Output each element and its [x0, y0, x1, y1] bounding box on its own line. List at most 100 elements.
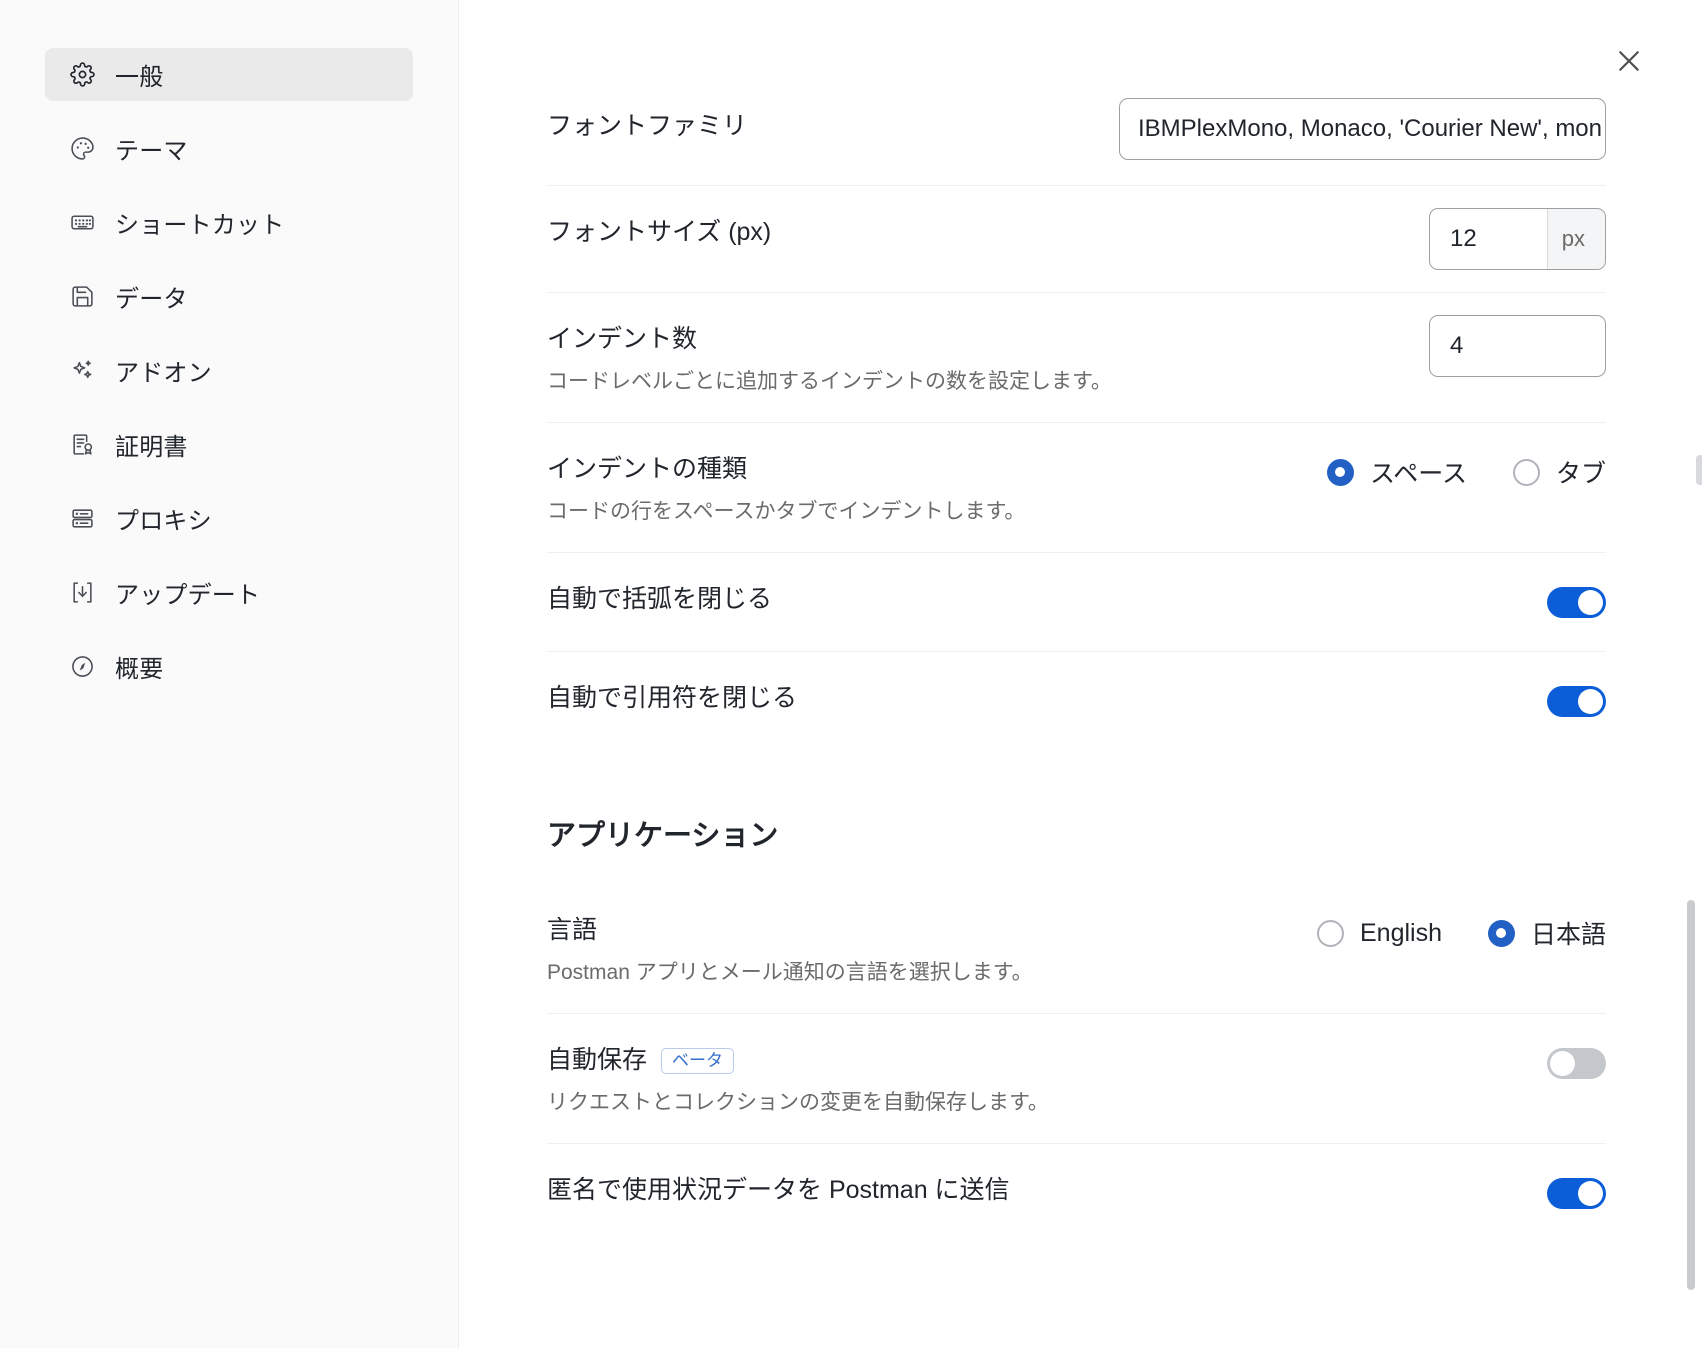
- language-radio-group: English 日本語: [1316, 915, 1606, 951]
- row-label-group: フォントファミリ: [547, 76, 747, 170]
- sidebar-item-label: ショートカット: [115, 212, 285, 239]
- gear-icon: [69, 62, 95, 88]
- setting-row-telemetry: 匿名で使用状況データを Postman に送信: [547, 1144, 1606, 1242]
- setting-title: 自動で括弧を閉じる: [547, 585, 773, 614]
- row-control-group: English 日本語: [1316, 884, 1606, 982]
- palette-icon: [69, 136, 95, 162]
- setting-title: インデント数: [547, 325, 698, 353]
- settings-content: フォントファミリ IBMPlexMono, Monaco, 'Courier N…: [459, 0, 1702, 1242]
- radio-label: English: [1359, 918, 1442, 947]
- sidebar-item-list: 一般 テーマ ショートカット データ アドオン 証明書 プロキシ アップデート …: [0, 48, 458, 693]
- sidebar-item-shortcuts[interactable]: ショートカット: [45, 196, 413, 249]
- vertical-scrollbar[interactable]: [1687, 900, 1695, 1290]
- row-control-group: 12 px: [1429, 186, 1606, 292]
- edge-artifact-top: [1696, 455, 1702, 485]
- row-control-group: [1547, 1144, 1606, 1242]
- setting-title: 言語: [547, 916, 598, 945]
- row-label-group: フォントサイズ (px): [547, 186, 771, 276]
- info-circle-icon: [69, 654, 95, 680]
- row-control-group: [1547, 1014, 1606, 1112]
- font-size-value[interactable]: 12: [1430, 209, 1547, 269]
- row-control-group: スペース タブ: [1326, 423, 1606, 521]
- sidebar-item-data[interactable]: データ: [45, 270, 413, 323]
- sidebar-item-general[interactable]: 一般: [45, 48, 413, 101]
- sidebar-item-addons[interactable]: アドオン: [45, 344, 413, 397]
- sidebar-item-about[interactable]: 概要: [45, 640, 413, 693]
- sidebar-item-update[interactable]: アップデート: [45, 566, 413, 619]
- settings-sidebar: 一般 テーマ ショートカット データ アドオン 証明書 プロキシ アップデート …: [0, 0, 459, 1348]
- setting-row-auto-close-quotes: 自動で引用符を閉じる: [547, 652, 1606, 750]
- font-size-unit: px: [1546, 209, 1605, 269]
- radio-label: タブ: [1555, 460, 1606, 489]
- server-icon: [69, 506, 95, 532]
- radio-option-japanese[interactable]: 日本語: [1487, 915, 1606, 951]
- radio-option-tabs[interactable]: タブ: [1512, 454, 1606, 490]
- settings-main-panel: フォントファミリ IBMPlexMono, Monaco, 'Courier N…: [459, 0, 1702, 1348]
- indent-type-radio-group: スペース タブ: [1326, 454, 1606, 490]
- sidebar-item-label: 証明書: [115, 434, 188, 461]
- setting-description: リクエストとコレクションの変更を自動保存します。: [547, 1091, 1049, 1115]
- row-label-group: 自動保存 ベータ リクエストとコレクションの変更を自動保存します。: [547, 1014, 1049, 1143]
- radio-option-spaces[interactable]: スペース: [1326, 454, 1467, 490]
- sparkle-icon: [69, 358, 95, 384]
- auto-close-quotes-toggle[interactable]: [1547, 685, 1606, 717]
- radio-label: スペース: [1369, 460, 1467, 489]
- row-control-group: 4: [1429, 293, 1606, 399]
- sidebar-item-proxy[interactable]: プロキシ: [45, 492, 413, 545]
- radio-dot-icon: [1487, 919, 1515, 947]
- radio-dot-icon: [1316, 919, 1344, 947]
- save-disk-icon: [69, 284, 95, 310]
- setting-title: 自動保存 ベータ: [547, 1044, 1049, 1078]
- sidebar-item-label: テーマ: [115, 138, 188, 165]
- setting-title: 自動で引用符を閉じる: [547, 684, 798, 713]
- setting-title: インデントの種類: [547, 455, 748, 484]
- settings-modal: 一般 テーマ ショートカット データ アドオン 証明書 プロキシ アップデート …: [0, 0, 1702, 1348]
- setting-title: フォントファミリ: [547, 112, 748, 140]
- setting-title: 匿名で使用状況データを Postman に送信: [547, 1176, 1010, 1205]
- toggle-knob: [1578, 688, 1603, 714]
- row-label-group: インデントの種類 コードの行をスペースかタブでインデントします。: [547, 423, 1025, 552]
- beta-badge: ベータ: [661, 1048, 735, 1075]
- sidebar-item-label: プロキシ: [115, 508, 212, 535]
- telemetry-toggle[interactable]: [1547, 1177, 1606, 1209]
- setting-row-autosave: 自動保存 ベータ リクエストとコレクションの変更を自動保存します。: [547, 1014, 1606, 1145]
- toggle-knob: [1578, 589, 1603, 615]
- font-size-stepper[interactable]: 12 px: [1429, 208, 1606, 270]
- setting-row-indent-type: インデントの種類 コードの行をスペースかタブでインデントします。 スペース タブ: [547, 423, 1606, 554]
- close-icon: [1619, 51, 1639, 71]
- sidebar-item-label: 概要: [115, 656, 164, 683]
- sidebar-item-label: アドオン: [115, 360, 212, 387]
- radio-dot-icon: [1326, 458, 1354, 486]
- setting-row-auto-close-brackets: 自動で括弧を閉じる: [547, 553, 1606, 653]
- setting-description: コードの行をスペースかタブでインデントします。: [547, 499, 1026, 523]
- radio-label: 日本語: [1530, 921, 1606, 950]
- autosave-toggle[interactable]: [1547, 1047, 1606, 1079]
- toggle-knob: [1550, 1050, 1575, 1076]
- row-label-group: インデント数 コードレベルごとに追加するインデントの数を設定します。: [547, 293, 1112, 422]
- setting-row-font-size: フォントサイズ (px) 12 px: [547, 186, 1606, 293]
- setting-title-text: 自動保存: [547, 1046, 648, 1075]
- radio-option-english[interactable]: English: [1316, 918, 1442, 948]
- row-control-group: [1547, 553, 1606, 651]
- download-icon: [69, 580, 95, 606]
- auto-close-brackets-toggle[interactable]: [1547, 586, 1606, 618]
- sidebar-item-label: データ: [115, 286, 188, 313]
- close-button[interactable]: [1608, 40, 1650, 82]
- font-family-input[interactable]: IBMPlexMono, Monaco, 'Courier New', mon: [1119, 98, 1606, 160]
- sidebar-item-certificates[interactable]: 証明書: [45, 418, 413, 471]
- keyboard-icon: [69, 210, 95, 236]
- row-control-group: [1547, 652, 1606, 750]
- application-section-heading: アプリケーション: [547, 820, 779, 853]
- radio-dot-icon: [1512, 458, 1540, 486]
- row-control-group: IBMPlexMono, Monaco, 'Courier New', mon: [1119, 76, 1606, 182]
- setting-description: コードレベルごとに追加するインデントの数を設定します。: [547, 369, 1112, 393]
- row-label-group: 言語 Postman アプリとメール通知の言語を選択します。: [547, 884, 1033, 1013]
- toggle-knob: [1578, 1180, 1603, 1206]
- sidebar-item-label: 一般: [115, 64, 164, 91]
- sidebar-item-themes[interactable]: テーマ: [45, 122, 413, 175]
- row-label-group: 自動で引用符を閉じる: [547, 652, 797, 742]
- setting-row-font-family: フォントファミリ IBMPlexMono, Monaco, 'Courier N…: [547, 76, 1606, 186]
- sidebar-item-label: アップデート: [115, 582, 261, 609]
- setting-title: フォントサイズ (px): [547, 218, 772, 246]
- indent-count-input[interactable]: 4: [1429, 315, 1606, 377]
